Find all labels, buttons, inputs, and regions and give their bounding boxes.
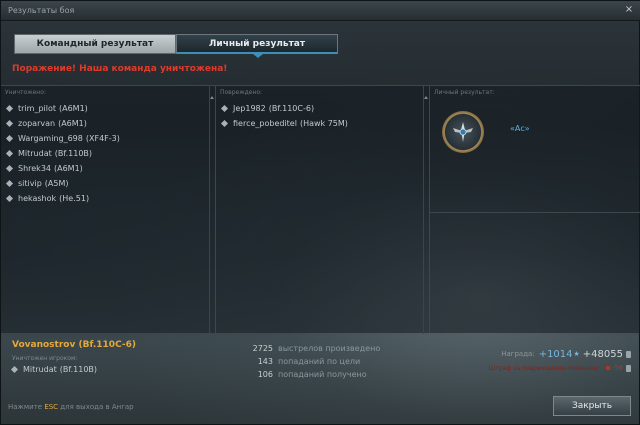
damaged-list: Jep1982 (Bf.110C-6) fierce_pobeditel (Hawk… — [220, 101, 348, 131]
aircraft-name: (Hawk 75M) — [299, 119, 348, 128]
personal-panel: Личный результат: «Ас» — [429, 85, 640, 333]
killed-by-label: Уничтожен игроком: — [12, 355, 78, 362]
aircraft-name: (A6M1) — [54, 164, 83, 173]
tab-team-result[interactable]: Командный результат — [14, 34, 176, 54]
stat-value: 106 — [257, 370, 273, 379]
list-item: Mitrudat (Bf.110B) — [5, 146, 120, 161]
stat-row: 143 попаданий по цели — [223, 355, 380, 368]
plane-icon — [5, 164, 14, 173]
destroyed-list: trim_pilot (A6M1) zoparvan (A6M1) Wargamin… — [5, 101, 120, 206]
player-name: Shrek34 — [18, 164, 51, 173]
plane-icon — [5, 179, 14, 188]
aircraft-name: (Bf.110B) — [54, 149, 93, 158]
plane-icon — [5, 194, 14, 203]
player-name: Mitrudat — [18, 149, 52, 158]
reward-label: Награда: — [501, 350, 535, 358]
reward-row: Награда: +1014 ★ +48055 — [489, 347, 631, 361]
plane-icon — [5, 119, 14, 128]
list-item: sitivip (A5M) — [5, 176, 120, 191]
aircraft-name: (XF4F-3) — [85, 134, 120, 143]
stat-value: 143 — [257, 357, 273, 366]
esc-hint-prefix: Нажмите — [8, 403, 45, 411]
plane-icon — [5, 134, 14, 143]
aircraft-name: (He.51) — [59, 194, 90, 203]
aircraft-name: (A6M1) — [58, 119, 87, 128]
result-tabs: Командный результат Личный результат — [14, 34, 339, 58]
destroyed-panel: Уничтожено: trim_pilot (A6M1) zoparvan (A6… — [1, 85, 215, 334]
stat-label: выстрелов произведено — [278, 344, 381, 353]
scroll-up-icon[interactable] — [424, 96, 428, 99]
divider — [430, 212, 640, 213]
personal-label: Личный результат: — [434, 89, 495, 96]
list-item: trim_pilot (A6M1) — [5, 101, 120, 116]
damaged-label: Повреждено: — [220, 89, 263, 96]
esc-hint-suffix: для выхода в Ангар — [58, 403, 134, 411]
list-item: Shrek34 (A6M1) — [5, 161, 120, 176]
plane-icon — [5, 149, 14, 158]
player-name: sitivip — [18, 179, 42, 188]
battle-stats: 2725 выстрелов произведено 143 попаданий п… — [223, 342, 381, 381]
plane-icon — [5, 104, 14, 113]
player-name: Wargaming_698 — [18, 134, 83, 143]
window-title: Результаты боя — [8, 6, 75, 15]
player-name: Jep1982 — [233, 104, 266, 113]
xp-reward: +1014 — [538, 348, 573, 360]
close-icon[interactable]: × — [623, 4, 635, 16]
own-aircraft-name: Vovanostrov (Bf.110C-6) — [12, 340, 136, 350]
xp-penalty-icon — [605, 366, 610, 370]
killer-player: Mitrudat — [23, 365, 57, 374]
title-bar: Результаты боя × — [1, 1, 640, 21]
xp-star-icon: ★ — [573, 350, 580, 358]
summary-area: Vovanostrov (Bf.110C-6) Уничтожен игроко… — [1, 333, 640, 425]
list-item: hekashok (He.51) — [5, 191, 120, 206]
plane-icon — [220, 104, 229, 113]
esc-key: ESC — [44, 403, 59, 411]
scroll-up-icon[interactable] — [210, 96, 214, 99]
penalty-value: -56 — [611, 364, 623, 372]
damaged-panel: Повреждено: Jep1982 (Bf.110C-6) fierce_po… — [215, 85, 429, 334]
stat-row: 2725 выстрелов произведено — [223, 342, 381, 355]
tab-personal-result[interactable]: Личный результат — [176, 34, 338, 58]
plane-icon — [220, 119, 229, 128]
credits-icon — [626, 350, 631, 358]
killer-aircraft: (Bf.110B) — [59, 365, 98, 374]
stat-value: 2725 — [252, 344, 273, 353]
close-button[interactable]: Закрыть — [553, 396, 631, 416]
esc-hint: Нажмите ESC для выхода в Ангар — [8, 403, 134, 411]
stat-label: попаданий по цели — [278, 357, 361, 366]
wings-emblem-icon — [453, 122, 473, 142]
result-panels: Уничтожено: trim_pilot (A6M1) zoparvan (A6… — [1, 85, 640, 334]
medal-name[interactable]: «Ас» — [510, 124, 530, 133]
penalty-row: Штраф за повреждение союзника: -56 — [489, 361, 631, 375]
list-item: Wargaming_698 (XF4F-3) — [5, 131, 120, 146]
defeat-message: Поражение! Наша команда уничтожена! — [12, 64, 228, 74]
rewards: Награда: +1014 ★ +48055 Штраф за поврежд… — [489, 347, 631, 375]
list-item: zoparvan (A6M1) — [5, 116, 120, 131]
aircraft-name: (Bf.110C-6) — [268, 104, 315, 113]
player-name: fierce_pobeditel — [233, 119, 297, 128]
list-item: fierce_pobeditel (Hawk 75M) — [220, 116, 348, 131]
credits-reward: +48055 — [582, 348, 623, 360]
battle-results-window: Результаты боя × Командный результат Лич… — [0, 0, 640, 425]
penalty-label: Штраф за повреждение союзника: — [488, 364, 600, 372]
ace-medal-icon[interactable] — [442, 111, 484, 153]
stat-row: 106 попаданий получено — [223, 368, 380, 381]
killer-entry: Mitrudat (Bf.110B) — [10, 365, 98, 374]
player-name: zoparvan — [18, 119, 56, 128]
player-name: trim_pilot — [18, 104, 56, 113]
list-item: Jep1982 (Bf.110C-6) — [220, 101, 348, 116]
destroyed-label: Уничтожено: — [5, 89, 46, 96]
plane-icon — [10, 365, 19, 374]
player-name: hekashok — [18, 194, 57, 203]
aircraft-name: (A5M) — [44, 179, 69, 188]
credits-icon — [626, 364, 631, 372]
stat-label: попаданий получено — [278, 370, 367, 379]
aircraft-name: (A6M1) — [59, 104, 88, 113]
